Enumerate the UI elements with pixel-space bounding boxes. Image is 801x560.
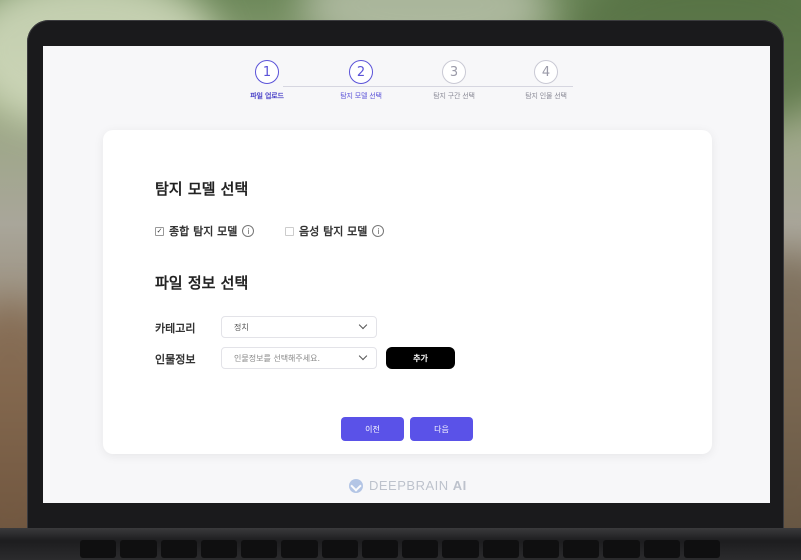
person-select[interactable]: 인물정보를 선택해주세요. (221, 347, 377, 369)
file-info-section-title: 파일 정보 선택 (155, 274, 249, 292)
keyboard (80, 540, 720, 560)
category-value: 정치 (234, 322, 249, 332)
next-button[interactable]: 다음 (410, 417, 473, 441)
model-section-title: 탐지 모델 선택 (155, 180, 249, 198)
info-icon[interactable]: i (242, 225, 255, 237)
step-number: 1 (255, 60, 279, 84)
category-select[interactable]: 정치 (221, 316, 377, 338)
stepper: 1 파일 업로드 2 탐지 모델 선택 3 탐지 구간 선택 4 탐지 인물 선… (43, 60, 770, 120)
info-icon[interactable]: i (372, 225, 385, 237)
person-placeholder: 인물정보를 선택해주세요. (234, 353, 321, 363)
chevron-down-icon (358, 351, 368, 361)
brand-text: DEEPBRAIN AI (369, 478, 467, 493)
app-screen: 1 파일 업로드 2 탐지 모델 선택 3 탐지 구간 선택 4 탐지 인물 선… (43, 46, 770, 503)
step-2[interactable]: 2 탐지 모델 선택 (316, 60, 406, 101)
step-label: 탐지 모델 선택 (340, 92, 382, 100)
option-label: 종합 탐지 모델 (169, 225, 238, 238)
step-1[interactable]: 1 파일 업로드 (222, 60, 312, 101)
step-label: 탐지 인물 선택 (525, 92, 567, 100)
brand-name: DEEPBRAIN (369, 478, 449, 493)
step-number: 2 (349, 60, 373, 84)
prev-button[interactable]: 이전 (341, 417, 404, 441)
step-number: 3 (442, 60, 466, 84)
deepbrain-logo-icon (349, 478, 363, 493)
add-person-button[interactable]: 추가 (386, 347, 455, 369)
checkbox-checked[interactable]: ✓ (155, 226, 164, 236)
option-label: 음성 탐지 모델 (299, 225, 368, 238)
option-comprehensive-model[interactable]: ✓ 종합 탐지 모델 i (155, 223, 255, 239)
category-label: 카테고리 (155, 322, 196, 335)
checkbox-unchecked[interactable] (285, 226, 294, 236)
step-label: 탐지 구간 선택 (433, 92, 475, 100)
step-label: 파일 업로드 (250, 92, 284, 100)
option-voice-model[interactable]: 음성 탐지 모델 i (285, 223, 385, 239)
chevron-down-icon (358, 320, 368, 330)
step-number: 4 (534, 60, 558, 84)
step-3[interactable]: 3 탐지 구간 선택 (409, 60, 499, 101)
person-label: 인물정보 (155, 353, 196, 366)
step-4[interactable]: 4 탐지 인물 선택 (501, 60, 591, 101)
brand-logo: DEEPBRAIN AI (349, 478, 467, 493)
brand-suffix: AI (452, 478, 467, 493)
settings-card: 탐지 모델 선택 ✓ 종합 탐지 모델 i 음성 탐지 모델 i 파일 정보 선… (103, 130, 712, 454)
